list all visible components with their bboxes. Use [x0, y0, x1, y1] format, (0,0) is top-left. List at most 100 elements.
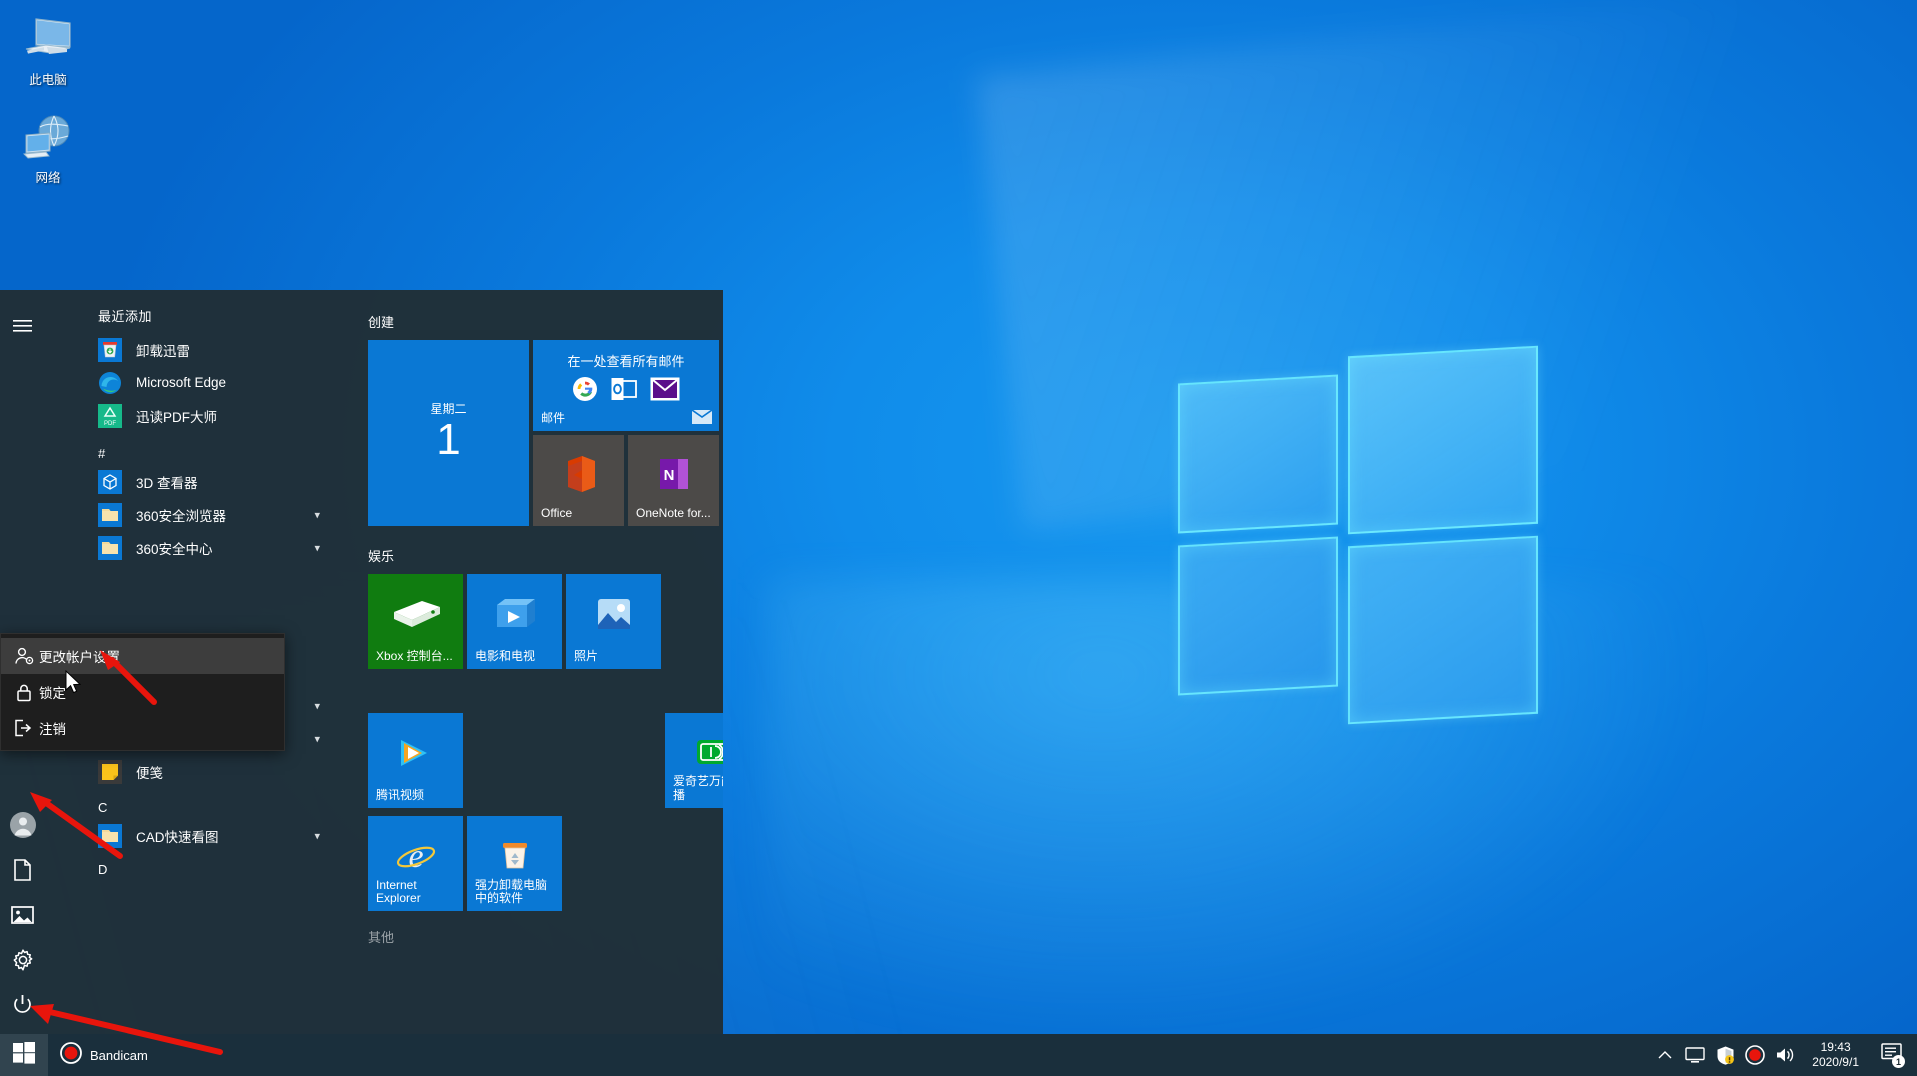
- tile-movies-tv[interactable]: 电影和电视: [467, 574, 562, 669]
- documents-icon[interactable]: [0, 847, 45, 892]
- tile-iqiyi-player[interactable]: 爱奇艺万能联播: [665, 713, 723, 808]
- app-list-item-label: CAD快速看图: [136, 829, 219, 845]
- tile-area[interactable]: 创建 星期二 1 在一处查看所有邮件 邮件 Office N OneNote f…: [350, 290, 723, 1034]
- app-list-item[interactable]: 360安全中心 ▾: [45, 531, 350, 564]
- folder-icon: [98, 535, 122, 560]
- alpha-group-header[interactable]: C: [45, 788, 350, 819]
- tile-column: 在一处查看所有邮件 邮件 Office N OneNote for...: [533, 340, 723, 530]
- folder-icon: [98, 823, 122, 848]
- alpha-group-header[interactable]: D: [45, 852, 350, 881]
- tile-photos[interactable]: 照片: [566, 574, 661, 669]
- tile-row: Office N OneNote for...: [533, 435, 723, 530]
- chevron-down-icon[interactable]: ▾: [314, 829, 320, 842]
- taskbar[interactable]: Bandicam 19:43 2020/9/1 1: [0, 1034, 1917, 1076]
- windows-hero-logo: [1168, 345, 1548, 725]
- tile-group-header[interactable]: 娱乐: [368, 546, 723, 565]
- context-menu-item-change-account-settings[interactable]: 更改帐户设置: [1, 638, 284, 674]
- bandicam-record-icon[interactable]: [1740, 1034, 1770, 1076]
- context-menu-item-lock[interactable]: 锁定: [1, 674, 284, 710]
- recently-added-header: 最近添加: [98, 309, 153, 324]
- tile-tencent-video[interactable]: 腾讯视频: [368, 713, 463, 808]
- windows-start-icon: [13, 1041, 35, 1069]
- chevron-down-icon[interactable]: ▾: [314, 508, 320, 521]
- svg-text:N: N: [663, 467, 674, 484]
- monitor-icon[interactable]: [1680, 1034, 1710, 1076]
- app-list-item[interactable]: Microsoft Edge: [45, 366, 350, 399]
- logo-pane: [1178, 374, 1338, 534]
- app-list-item-label: 360安全中心: [136, 541, 213, 557]
- signout-icon: [9, 719, 39, 737]
- app-list-item[interactable]: 3D 查看器: [45, 465, 350, 498]
- tile-group-header-partial[interactable]: 其他: [368, 927, 723, 946]
- tile-group-header[interactable]: 创建: [368, 312, 723, 331]
- tile-column: 腾讯视频 e Internet Explorer: [368, 713, 467, 915]
- account-settings-icon: [9, 647, 39, 665]
- app-list-item-label: Microsoft Edge: [136, 375, 227, 390]
- app-list-item[interactable]: PDF 迅读PDF大师: [45, 399, 350, 432]
- tile-label: 强力卸载电脑中的软件: [475, 878, 548, 905]
- tile-label: 照片: [574, 649, 599, 663]
- tile-label: OneNote for...: [636, 506, 711, 520]
- outlook-logo-icon: [611, 378, 637, 400]
- power-icon[interactable]: [0, 982, 45, 1027]
- app-list-item-label: 迅读PDF大师: [136, 409, 217, 425]
- taskbar-item-bandicam[interactable]: Bandicam: [48, 1034, 160, 1076]
- context-menu-item-label: 锁定: [39, 686, 66, 701]
- tile-mail[interactable]: 在一处查看所有邮件 邮件: [533, 340, 719, 431]
- user-account-icon[interactable]: [0, 802, 45, 847]
- app-list-item[interactable]: CAD快速看图 ▾: [45, 819, 350, 852]
- volume-icon[interactable]: [1770, 1034, 1800, 1076]
- system-tray[interactable]: 19:43 2020/9/1 1: [1650, 1034, 1917, 1076]
- app-list-item-label: 便笺: [136, 765, 163, 781]
- rail-bottom-group: [0, 802, 45, 1027]
- tile-calendar[interactable]: 星期二 1: [368, 340, 529, 526]
- tile-office[interactable]: Office: [533, 435, 624, 526]
- app-list-item-label: 卸载迅雷: [136, 343, 190, 359]
- chevron-down-icon[interactable]: ▾: [314, 732, 320, 745]
- mail-tile-logos: [533, 376, 719, 402]
- tile-label: Xbox 控制台...: [376, 649, 453, 663]
- app-list-item[interactable]: 便笺: [45, 755, 350, 788]
- folder-icon: [98, 502, 122, 527]
- app-list-item[interactable]: 卸载迅雷: [45, 333, 350, 366]
- calendar-day: 1: [436, 414, 461, 464]
- taskbar-clock[interactable]: 19:43 2020/9/1: [1800, 1040, 1871, 1070]
- app-list-item[interactable]: 360安全浏览器 ▾: [45, 498, 350, 531]
- tile-onenote[interactable]: N OneNote for...: [628, 435, 719, 526]
- action-center-badge: 1: [1892, 1055, 1905, 1068]
- tile-label: Office: [541, 506, 573, 520]
- alpha-group-header[interactable]: #: [45, 432, 350, 465]
- tile-label: 爱奇艺万能联播: [673, 774, 723, 802]
- tile-force-uninstall[interactable]: 强力卸载电脑中的软件: [467, 816, 562, 911]
- chevron-down-icon[interactable]: ▾: [314, 541, 320, 554]
- chevron-up-icon[interactable]: [1650, 1034, 1680, 1076]
- mouse-cursor: [65, 669, 83, 701]
- user-context-menu[interactable]: 更改帐户设置 锁定 注销: [0, 633, 285, 751]
- desktop-icon-network[interactable]: 网络: [0, 108, 96, 186]
- security-shield-icon[interactable]: [1710, 1034, 1740, 1076]
- this-pc-icon: [0, 10, 96, 68]
- settings-gear-icon[interactable]: [0, 937, 45, 982]
- app-list-item-label: 3D 查看器: [136, 475, 198, 491]
- action-center-button[interactable]: 1: [1871, 1034, 1911, 1076]
- mail-corner-icon: [691, 409, 713, 424]
- tile-group-create: 创建 星期二 1 在一处查看所有邮件 邮件 Office N OneNote f…: [350, 312, 723, 530]
- chevron-down-icon[interactable]: ▾: [314, 699, 320, 712]
- start-button[interactable]: [0, 1034, 48, 1076]
- context-menu-item-label: 更改帐户设置: [39, 650, 120, 665]
- tile-row: Xbox 控制台... 电影和电视 照片: [368, 574, 723, 673]
- mail-tile-headline: 在一处查看所有邮件: [567, 354, 685, 369]
- logo-pane: [1348, 535, 1538, 725]
- desktop-icon-label: 此电脑: [29, 73, 67, 87]
- clock-time: 19:43: [1820, 1040, 1851, 1054]
- context-menu-item-signout[interactable]: 注销: [1, 710, 284, 746]
- bandicam-icon: [60, 1041, 82, 1069]
- pictures-icon[interactable]: [0, 892, 45, 937]
- svg-text:PDF: PDF: [104, 421, 116, 427]
- hamburger-menu-icon[interactable]: [0, 303, 45, 348]
- google-logo-icon: [573, 377, 597, 401]
- app-list-item-label: 360安全浏览器: [136, 508, 227, 524]
- tile-xbox-console[interactable]: Xbox 控制台...: [368, 574, 463, 669]
- tile-internet-explorer[interactable]: e Internet Explorer: [368, 816, 463, 911]
- desktop-icon-this-pc[interactable]: 此电脑: [0, 10, 96, 88]
